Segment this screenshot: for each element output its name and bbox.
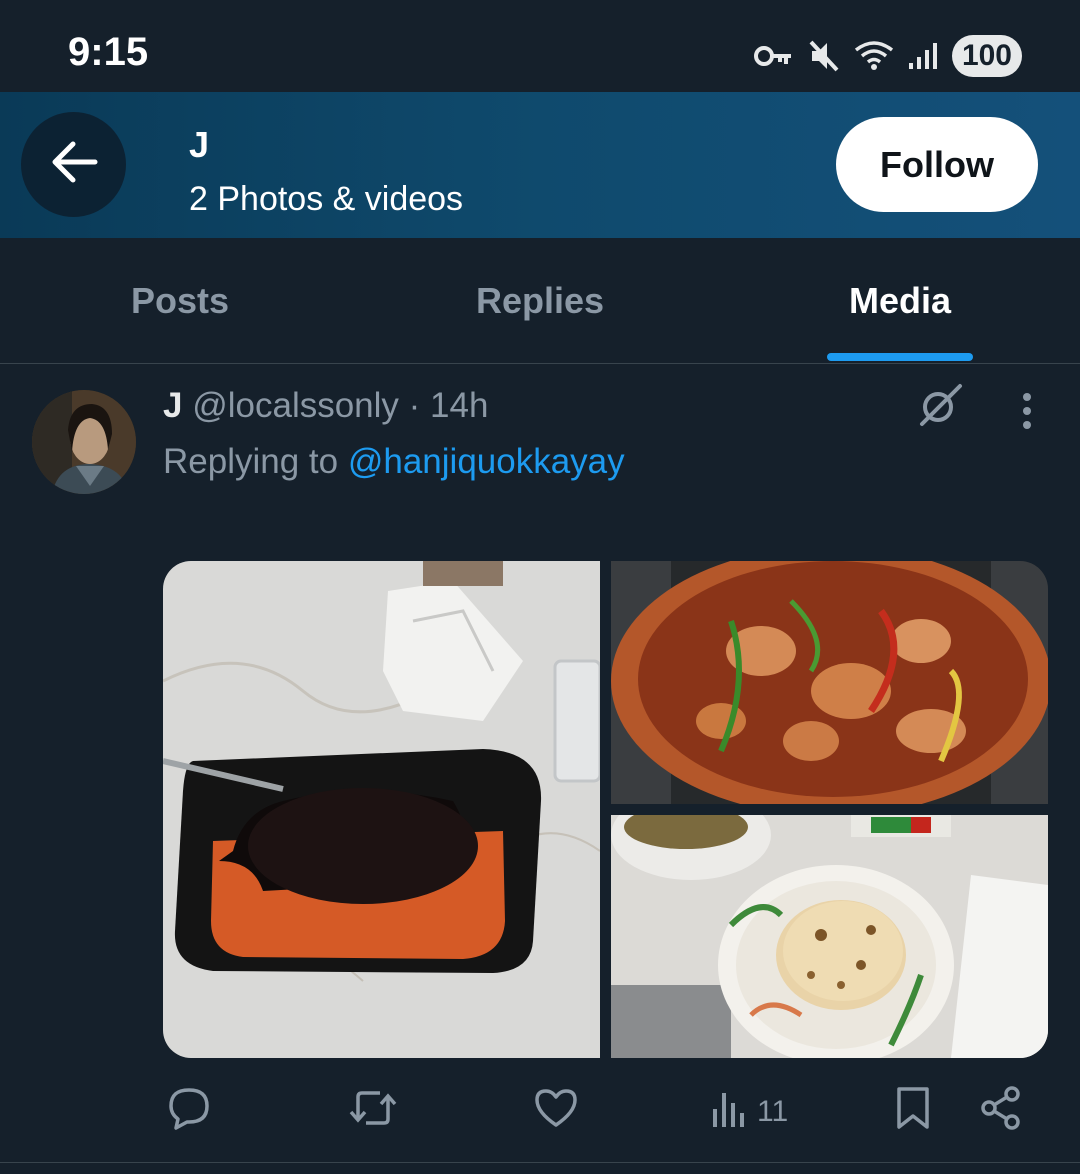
signal-icon xyxy=(908,41,938,71)
more-options-icon[interactable] xyxy=(1010,392,1044,437)
repost-icon xyxy=(348,1085,398,1139)
views-chart-icon xyxy=(711,1087,747,1137)
post-time[interactable]: 14h xyxy=(430,386,488,425)
views-count: 11 xyxy=(757,1095,789,1128)
avatar[interactable] xyxy=(32,390,136,494)
tab-media[interactable]: Media xyxy=(720,238,1080,364)
tortillas-on-plate-icon xyxy=(611,815,1048,1058)
bookmark-button[interactable] xyxy=(893,1080,933,1144)
post-actions: 11 xyxy=(0,1080,1080,1144)
media-image-1[interactable] xyxy=(163,561,600,1058)
replying-prefix: Replying to xyxy=(163,442,339,481)
replying-mention[interactable]: @hanjiquokkayay xyxy=(348,442,625,481)
share-icon xyxy=(978,1085,1024,1139)
bookmark-icon xyxy=(893,1085,933,1139)
vpn-key-icon xyxy=(753,44,794,68)
media-image-2[interactable] xyxy=(611,561,1048,804)
status-bar: 9:15 100 xyxy=(0,0,1080,92)
heart-icon xyxy=(533,1085,579,1139)
chicken-fajitas-in-pan-icon xyxy=(611,561,1048,804)
reply-icon xyxy=(166,1085,212,1139)
post-author-handle[interactable]: @localssonly xyxy=(192,386,399,425)
media-grid xyxy=(163,561,1048,1058)
profile-name: J xyxy=(189,124,210,165)
tab-replies[interactable]: Replies xyxy=(360,238,720,364)
mute-icon xyxy=(808,39,840,73)
post-divider xyxy=(0,1162,1080,1163)
media-count: 2 Photos & videos xyxy=(189,180,464,218)
grok-icon[interactable] xyxy=(916,382,964,435)
replying-to: Replying to @hanjiquokkayay xyxy=(163,442,625,482)
status-time: 9:15 xyxy=(68,30,149,74)
battery-icon: 100 xyxy=(951,35,1022,77)
follow-button[interactable]: Follow xyxy=(836,117,1038,212)
reply-button[interactable] xyxy=(166,1080,212,1144)
back-button[interactable] xyxy=(21,112,126,217)
views-button[interactable]: 11 xyxy=(711,1080,788,1144)
media-image-3[interactable] xyxy=(611,815,1048,1058)
tab-posts[interactable]: Posts xyxy=(0,238,360,364)
rice-and-beans-in-container-icon xyxy=(163,561,600,1058)
post-meta: J @localssonly · 14h xyxy=(163,386,488,426)
wifi-icon xyxy=(854,40,894,72)
profile-tabs: Posts Replies Media xyxy=(0,238,1080,364)
status-icons: 100 xyxy=(753,34,1022,78)
like-button[interactable] xyxy=(533,1080,579,1144)
meta-separator: · xyxy=(408,386,421,425)
share-button[interactable] xyxy=(978,1080,1024,1144)
profile-header: J 2 Photos & videos Follow xyxy=(0,92,1080,238)
post-author-name[interactable]: J xyxy=(163,386,182,425)
repost-button[interactable] xyxy=(348,1080,398,1144)
arrow-left-icon xyxy=(49,140,99,189)
active-tab-indicator xyxy=(827,353,973,361)
